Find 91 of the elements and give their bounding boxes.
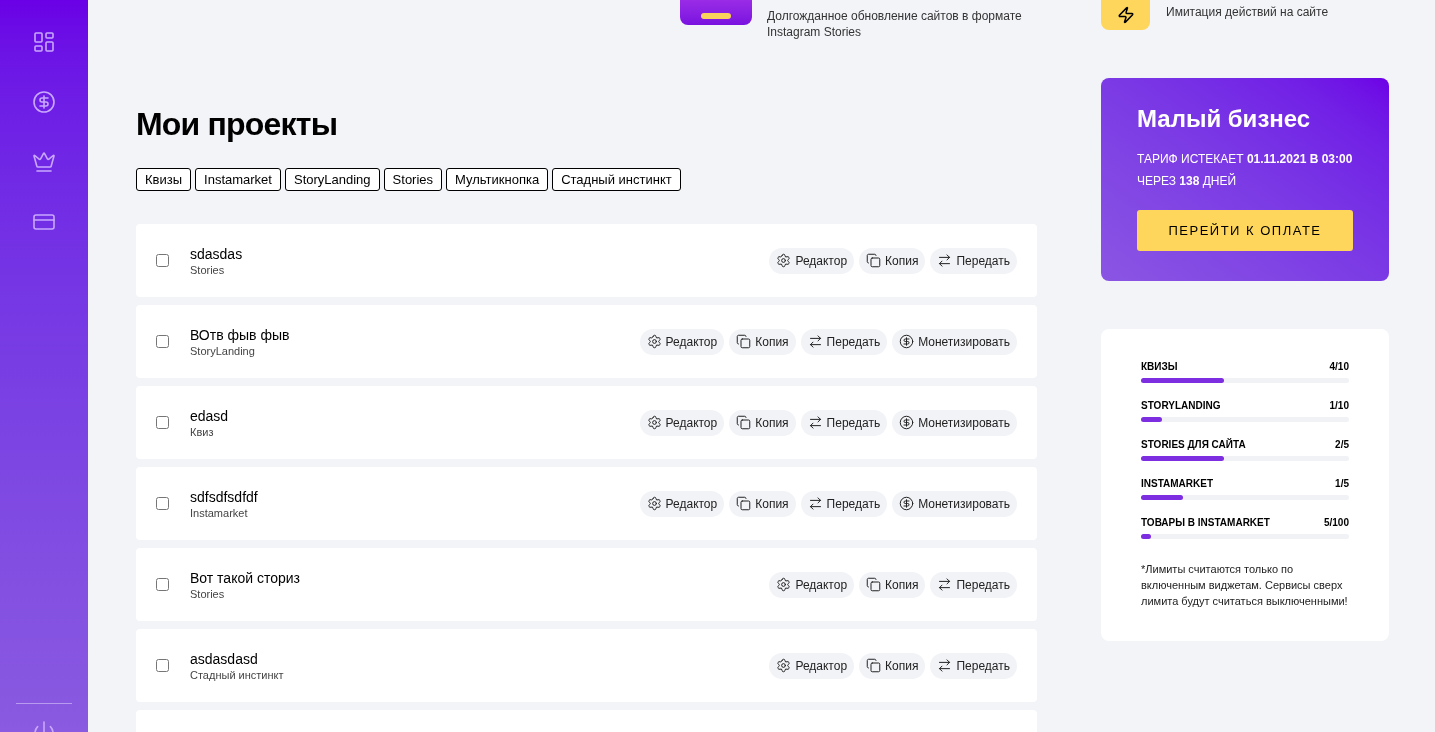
limit-label: INSTAMARKET xyxy=(1141,477,1214,491)
action-button[interactable]: Передать xyxy=(930,571,1017,598)
filter-tag[interactable]: Стадный инстинкт xyxy=(552,168,681,191)
filter-tag[interactable]: Мультикнопка xyxy=(446,168,549,191)
filter-tag[interactable]: Stories xyxy=(383,168,443,191)
settings-icon xyxy=(776,253,792,268)
dollar-coin-icon xyxy=(899,415,915,430)
action-button[interactable]: Передать xyxy=(800,409,888,436)
filter-tag[interactable]: Квизы xyxy=(136,168,192,191)
copy-icon xyxy=(866,577,882,592)
dollar-coin-icon xyxy=(899,496,915,511)
action-button[interactable]: Редактор xyxy=(639,490,725,517)
arrows-icon xyxy=(807,496,823,511)
limit-label: STORYLANDING xyxy=(1141,399,1221,413)
action-button[interactable]: Копия xyxy=(859,571,926,598)
settings-icon xyxy=(646,496,662,511)
settings-icon xyxy=(776,658,792,673)
action-button[interactable]: Редактор xyxy=(639,328,725,355)
project-name: sdasdas xyxy=(190,244,243,263)
limit-count: 2/5 xyxy=(1335,438,1349,452)
settings-icon xyxy=(776,577,792,592)
limit-count: 1/10 xyxy=(1329,399,1349,413)
project-checkbox[interactable] xyxy=(156,254,169,267)
action-button[interactable]: Передать xyxy=(930,652,1017,679)
limit-count: 4/10 xyxy=(1329,360,1349,374)
action-button[interactable]: Монетизировать xyxy=(892,490,1017,517)
limits-note: *Лимиты считаются только по включенным виджетам. Сервисы сверх лимита будут считаться выключенными! xyxy=(1141,562,1349,609)
project-checkbox[interactable] xyxy=(156,416,169,429)
action-button[interactable]: Копия xyxy=(729,490,796,517)
dashboard-icon xyxy=(32,30,56,54)
promo-thumbnail xyxy=(680,0,752,25)
project-type: Instamarket xyxy=(190,505,249,520)
payment-button[interactable]: ПЕРЕЙТИ К ОПЛАТЕ xyxy=(1137,210,1353,251)
sidebar-item[interactable] xyxy=(32,90,56,114)
action-button[interactable]: Копия xyxy=(859,652,926,679)
action-button[interactable]: Копия xyxy=(729,328,796,355)
sidebar-item[interactable] xyxy=(32,150,56,174)
project-checkbox[interactable] xyxy=(156,497,169,510)
settings-icon xyxy=(646,334,662,349)
dollar-coin-icon xyxy=(899,334,915,349)
project-name: ВОтв фыв фыв xyxy=(190,325,290,344)
project-checkbox[interactable] xyxy=(156,578,169,591)
copy-icon xyxy=(866,658,882,673)
project-type: Stories xyxy=(190,262,226,277)
copy-icon xyxy=(736,415,752,430)
filter-tag[interactable]: Instamarket xyxy=(195,168,281,191)
project-type: Stories xyxy=(190,586,226,601)
limit-label: STORIES ДЛЯ САЙТА xyxy=(1141,438,1246,452)
action-button[interactable]: Копия xyxy=(729,409,796,436)
arrows-icon xyxy=(937,253,953,268)
promo-description: Долгожданное обновление сайтов в формате Instagram Stories xyxy=(767,8,1023,40)
arrows-icon xyxy=(807,415,823,430)
plan-expiry: ТАРИФ ИСТЕКАЕТ 01.11.2021 В 03:00 ЧЕРЕЗ 138 ДНЕЙ xyxy=(1137,151,1353,190)
project-checkbox[interactable] xyxy=(156,335,169,348)
arrows-icon xyxy=(937,577,953,592)
crown-icon xyxy=(32,150,56,174)
limit-count: 5/100 xyxy=(1323,516,1349,530)
copy-icon xyxy=(736,496,752,511)
project-checkbox[interactable] xyxy=(156,659,169,672)
action-button[interactable]: Копия xyxy=(859,247,926,274)
project-name: edasd xyxy=(190,406,229,425)
project-name: asdasdasd xyxy=(190,649,259,668)
copy-icon xyxy=(736,334,752,349)
action-button[interactable]: Передать xyxy=(930,247,1017,274)
action-button[interactable]: Монетизировать xyxy=(892,409,1017,436)
action-button[interactable]: Передать xyxy=(800,328,888,355)
dollar-coin-icon xyxy=(32,90,56,114)
limit-label: ТОВАРЫ В INSTAMARKET xyxy=(1141,516,1270,530)
settings-icon xyxy=(646,415,662,430)
filter-tag[interactable]: StoryLanding xyxy=(284,168,380,191)
project-type: Стадный инстинкт xyxy=(190,667,284,682)
page-title: Мои проекты xyxy=(136,105,339,144)
action-button[interactable]: Редактор xyxy=(769,652,855,679)
sidebar-item[interactable] xyxy=(32,30,56,54)
action-button[interactable]: Редактор xyxy=(639,409,725,436)
action-button[interactable]: Монетизировать xyxy=(892,328,1017,355)
project-type: Квиз xyxy=(190,424,215,439)
copy-icon xyxy=(866,253,882,268)
action-button[interactable]: Редактор xyxy=(769,571,855,598)
plan-name: Малый бизнес xyxy=(1137,104,1312,134)
arrows-icon xyxy=(807,334,823,349)
promo-description: Имитация действий на сайте xyxy=(1166,4,1329,20)
project-name: sdfsdfsdfdf xyxy=(190,487,258,506)
action-button[interactable]: Передать xyxy=(800,490,888,517)
limit-label: КВИЗЫ xyxy=(1141,360,1178,374)
project-type: StoryLanding xyxy=(190,343,256,358)
arrows-icon xyxy=(937,658,953,673)
action-button[interactable]: Редактор xyxy=(769,247,855,274)
project-name: Вот такой сториз xyxy=(190,568,300,587)
limit-count: 1/5 xyxy=(1335,477,1349,491)
lightning-icon xyxy=(1116,6,1135,24)
